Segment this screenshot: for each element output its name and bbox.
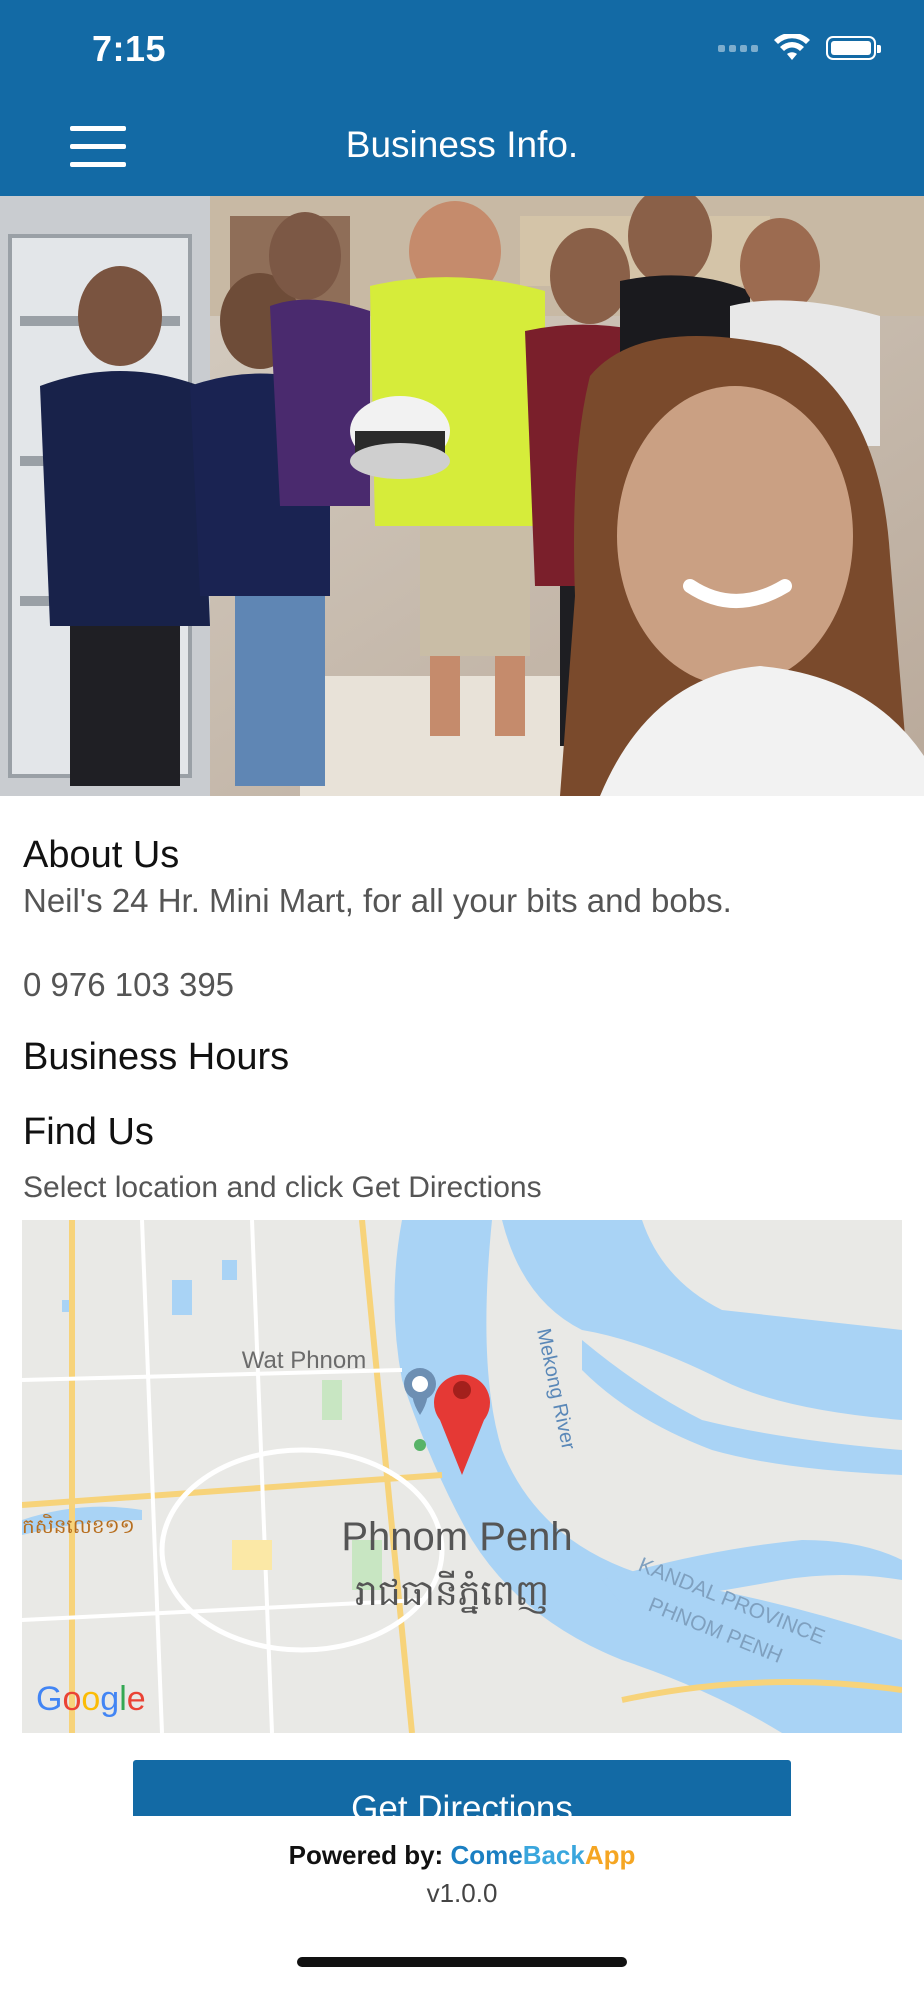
status-time: 7:15 bbox=[92, 28, 167, 69]
google-letter-e: e bbox=[126, 1680, 146, 1718]
brand-logo[interactable]: ComeBackApp bbox=[450, 1840, 635, 1870]
footer: Powered by: ComeBackApp v1.0.0 bbox=[0, 1816, 924, 2000]
brand-app: App bbox=[584, 1840, 636, 1870]
google-letter-g: G bbox=[36, 1680, 63, 1718]
about-heading: About Us bbox=[23, 834, 180, 876]
google-logo: Google bbox=[36, 1680, 146, 1719]
map-label-city-khmer: រាជធានីភ្នំពេញ bbox=[355, 1570, 549, 1614]
map-label-city: Phnom Penh bbox=[341, 1515, 572, 1559]
map-label-street: កសិនលេខ១១ bbox=[22, 1513, 135, 1538]
status-icons bbox=[718, 34, 881, 62]
google-letter-l: l bbox=[119, 1680, 127, 1718]
find-us-heading: Find Us bbox=[23, 1111, 154, 1153]
phone-number[interactable]: 0 976 103 395 bbox=[23, 966, 234, 1004]
battery-icon bbox=[826, 36, 881, 60]
powered-by: Powered by: ComeBackApp bbox=[0, 1840, 924, 1871]
powered-by-label: Powered by: bbox=[288, 1840, 444, 1870]
version-label: v1.0.0 bbox=[426, 1878, 498, 1908]
brand-back: Back bbox=[522, 1840, 585, 1870]
business-hours-heading: Business Hours bbox=[23, 1036, 290, 1078]
brand-come: Come bbox=[450, 1840, 523, 1870]
page-title: Business Info. bbox=[345, 124, 579, 165]
app-header: 7:15 Business Info. bbox=[0, 0, 924, 196]
business-photo bbox=[0, 196, 924, 796]
wifi-icon bbox=[774, 34, 810, 60]
about-text: Neil's 24 Hr. Mini Mart, for all your bi… bbox=[23, 882, 732, 919]
cellular-signal-icon bbox=[718, 44, 758, 52]
get-directions-button[interactable]: Get Directions bbox=[133, 1760, 791, 1816]
map-label-wat-phnom: Wat Phnom bbox=[242, 1347, 367, 1374]
directions-instruction: Select location and click Get Directions bbox=[23, 1171, 542, 1204]
google-letter-o2: o bbox=[81, 1680, 101, 1718]
home-indicator[interactable] bbox=[297, 1957, 627, 1967]
google-letter-g2: g bbox=[100, 1680, 120, 1718]
location-map[interactable]: Wat Phnom Mekong River Phnom Penh រាជធាន… bbox=[22, 1220, 902, 1733]
google-letter-o1: o bbox=[62, 1680, 82, 1718]
